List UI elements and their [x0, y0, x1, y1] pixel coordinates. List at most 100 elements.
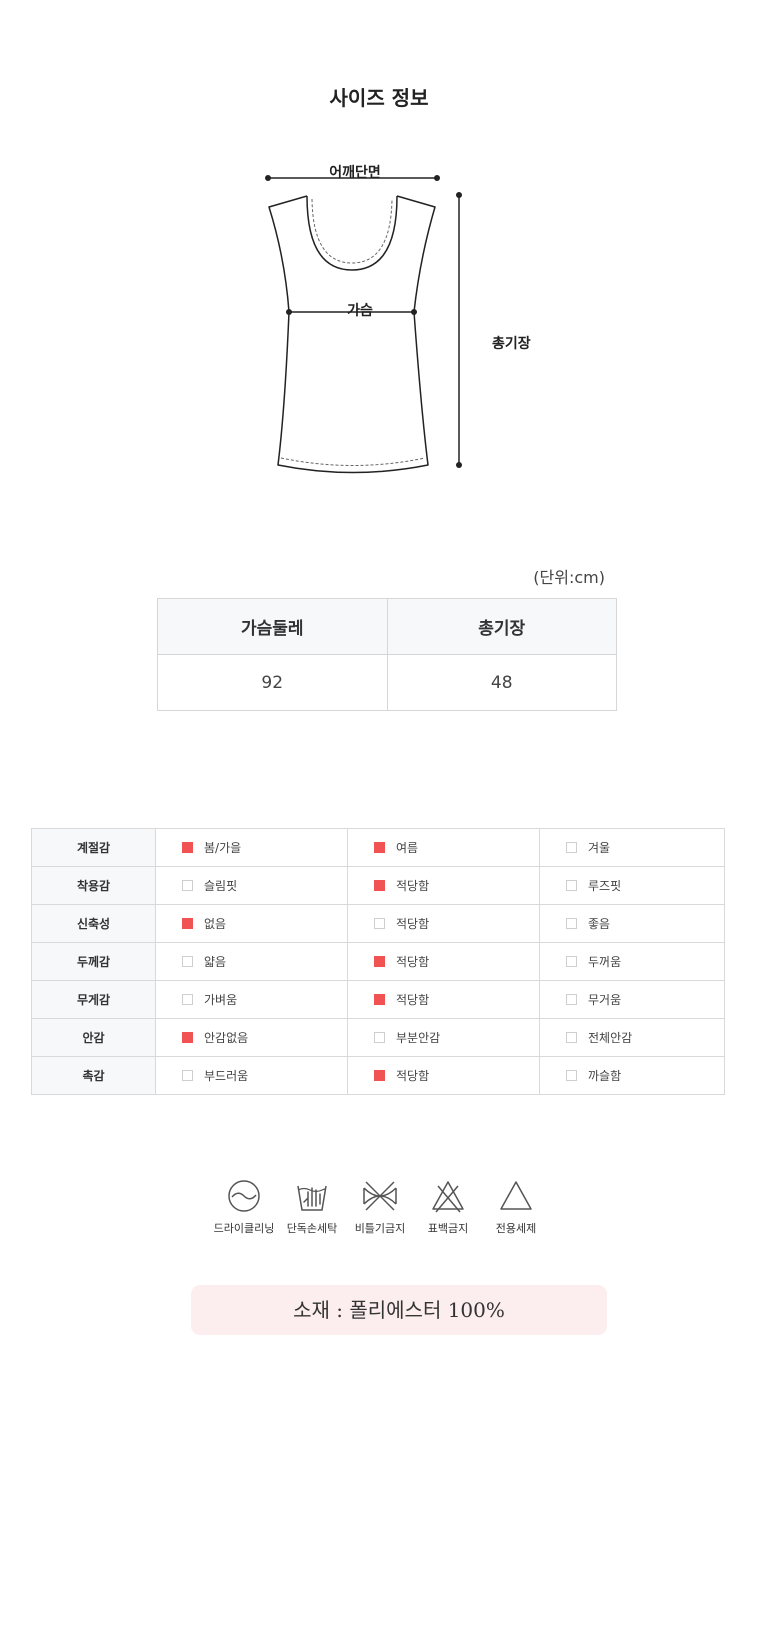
attribute-option: 적당함: [347, 866, 540, 905]
unit-note: (단위:cm): [533, 568, 605, 587]
attribute-table: 계절감 봄/가을 여름 겨울 착용감 슬림핏 적당함 루즈핏 신축성 없음 적당함 좋음 두께감 얇음 적당…: [31, 828, 725, 1095]
attribute-option-label: 부분안감: [396, 1031, 441, 1045]
garment-sketch: [265, 175, 462, 474]
attribute-name: 안감: [31, 1018, 156, 1057]
unchecked-box-icon: [374, 918, 385, 929]
attribute-option-label: 없음: [204, 917, 227, 931]
care-instructions: 드라이클리닝 단독손세탁 비틀기금지 표백금지 전용세제: [210, 1178, 550, 1236]
checked-box-icon: [182, 1032, 193, 1043]
attribute-option: 전체안감: [539, 1018, 725, 1057]
attribute-option-label: 까슬함: [588, 1069, 622, 1083]
size-table-row: 92 48: [157, 654, 617, 711]
care-label: 전용세제: [495, 1222, 537, 1235]
attribute-option: 적당함: [347, 942, 540, 981]
attribute-row: 두께감 얇음 적당함 두꺼움: [31, 942, 725, 981]
unchecked-box-icon: [566, 918, 577, 929]
unchecked-box-icon: [566, 880, 577, 891]
size-header-length: 총기장: [386, 598, 617, 655]
attribute-option-label: 전체안감: [588, 1031, 633, 1045]
attribute-option: 가벼움: [155, 980, 348, 1019]
attribute-option-label: 겨울: [588, 841, 611, 855]
attribute-name: 무게감: [31, 980, 156, 1019]
attribute-option-label: 얇음: [204, 955, 227, 969]
page-title: 사이즈 정보: [329, 86, 429, 110]
checked-box-icon: [374, 880, 385, 891]
attribute-name: 착용감: [31, 866, 156, 905]
neutral-detergent-icon: [500, 1181, 532, 1210]
unchecked-box-icon: [566, 1032, 577, 1043]
attribute-option: 좋음: [539, 904, 725, 943]
checked-box-icon: [182, 918, 193, 929]
size-diagram: 어깨단면 가슴 총기장: [255, 148, 555, 508]
attribute-row: 무게감 가벼움 적당함 무거움: [31, 980, 725, 1019]
care-item-hand-wash: 단독손세탁: [278, 1178, 346, 1236]
checked-box-icon: [374, 842, 385, 853]
attribute-name: 촉감: [31, 1056, 156, 1095]
attribute-option-label: 두꺼움: [588, 955, 622, 969]
care-item-no-bleach: 표백금지: [414, 1178, 482, 1236]
chest-label: 가슴: [347, 303, 373, 319]
care-label: 표백금지: [427, 1222, 469, 1235]
unchecked-box-icon: [374, 1032, 385, 1043]
attribute-option: 없음: [155, 904, 348, 943]
size-header-chest: 가슴둘레: [157, 598, 388, 655]
attribute-name: 두께감: [31, 942, 156, 981]
attribute-option: 부분안감: [347, 1018, 540, 1057]
attribute-option-label: 봄/가을: [204, 841, 242, 855]
material-info: 소재 : 폴리에스터 100%: [191, 1285, 607, 1335]
shoulder-label: 어깨단면: [329, 165, 381, 181]
attribute-option: 적당함: [347, 1056, 540, 1095]
no-wring-icon: [363, 1181, 397, 1211]
unchecked-box-icon: [566, 842, 577, 853]
care-item-detergent: 전용세제: [482, 1178, 550, 1236]
attribute-option-label: 슬림핏: [204, 879, 238, 893]
care-label: 단독손세탁: [286, 1222, 338, 1235]
care-item-no-wring: 비틀기금지: [346, 1178, 414, 1236]
attribute-option: 무거움: [539, 980, 725, 1019]
attribute-option-label: 적당함: [396, 955, 430, 969]
attribute-option: 적당함: [347, 980, 540, 1019]
attribute-option-label: 적당함: [396, 993, 430, 1007]
attribute-name: 신축성: [31, 904, 156, 943]
care-label: 드라이클리닝: [213, 1222, 275, 1235]
checked-box-icon: [374, 1070, 385, 1081]
size-table: 가슴둘레 총기장 92 48: [157, 598, 617, 711]
care-label: 비틀기금지: [354, 1222, 406, 1235]
size-value-chest: 92: [157, 654, 388, 711]
attribute-option-label: 무거움: [588, 993, 622, 1007]
attribute-option-label: 적당함: [396, 879, 430, 893]
attribute-row: 계절감 봄/가을 여름 겨울: [31, 828, 725, 867]
attribute-option-label: 루즈핏: [588, 879, 622, 893]
attribute-row: 촉감 부드러움 적당함 까슬함: [31, 1056, 725, 1095]
checked-box-icon: [374, 956, 385, 967]
attribute-option-label: 부드러움: [204, 1069, 249, 1083]
unchecked-box-icon: [566, 956, 577, 967]
care-item-dry-clean: 드라이클리닝: [210, 1178, 278, 1236]
attribute-option: 두꺼움: [539, 942, 725, 981]
attribute-option: 겨울: [539, 828, 725, 867]
attribute-option-label: 적당함: [396, 1069, 430, 1083]
attribute-row: 안감 안감없음 부분안감 전체안감: [31, 1018, 725, 1057]
no-bleach-icon: [432, 1181, 464, 1213]
attribute-option: 부드러움: [155, 1056, 348, 1095]
size-value-length: 48: [386, 654, 617, 711]
attribute-option: 슬림핏: [155, 866, 348, 905]
attribute-row: 착용감 슬림핏 적당함 루즈핏: [31, 866, 725, 905]
attribute-option: 까슬함: [539, 1056, 725, 1095]
unchecked-box-icon: [182, 1070, 193, 1081]
attribute-row: 신축성 없음 적당함 좋음: [31, 904, 725, 943]
attribute-option: 여름: [347, 828, 540, 867]
attribute-option: 루즈핏: [539, 866, 725, 905]
checked-box-icon: [182, 842, 193, 853]
attribute-option-label: 적당함: [396, 917, 430, 931]
unchecked-box-icon: [182, 994, 193, 1005]
attribute-option: 적당함: [347, 904, 540, 943]
attribute-option-label: 좋음: [588, 917, 611, 931]
attribute-option: 봄/가을: [155, 828, 348, 867]
unchecked-box-icon: [182, 956, 193, 967]
attribute-option-label: 안감없음: [204, 1031, 249, 1045]
attribute-option: 얇음: [155, 942, 348, 981]
dry-clean-icon: [228, 1180, 260, 1212]
attribute-option: 안감없음: [155, 1018, 348, 1057]
unchecked-box-icon: [566, 1070, 577, 1081]
